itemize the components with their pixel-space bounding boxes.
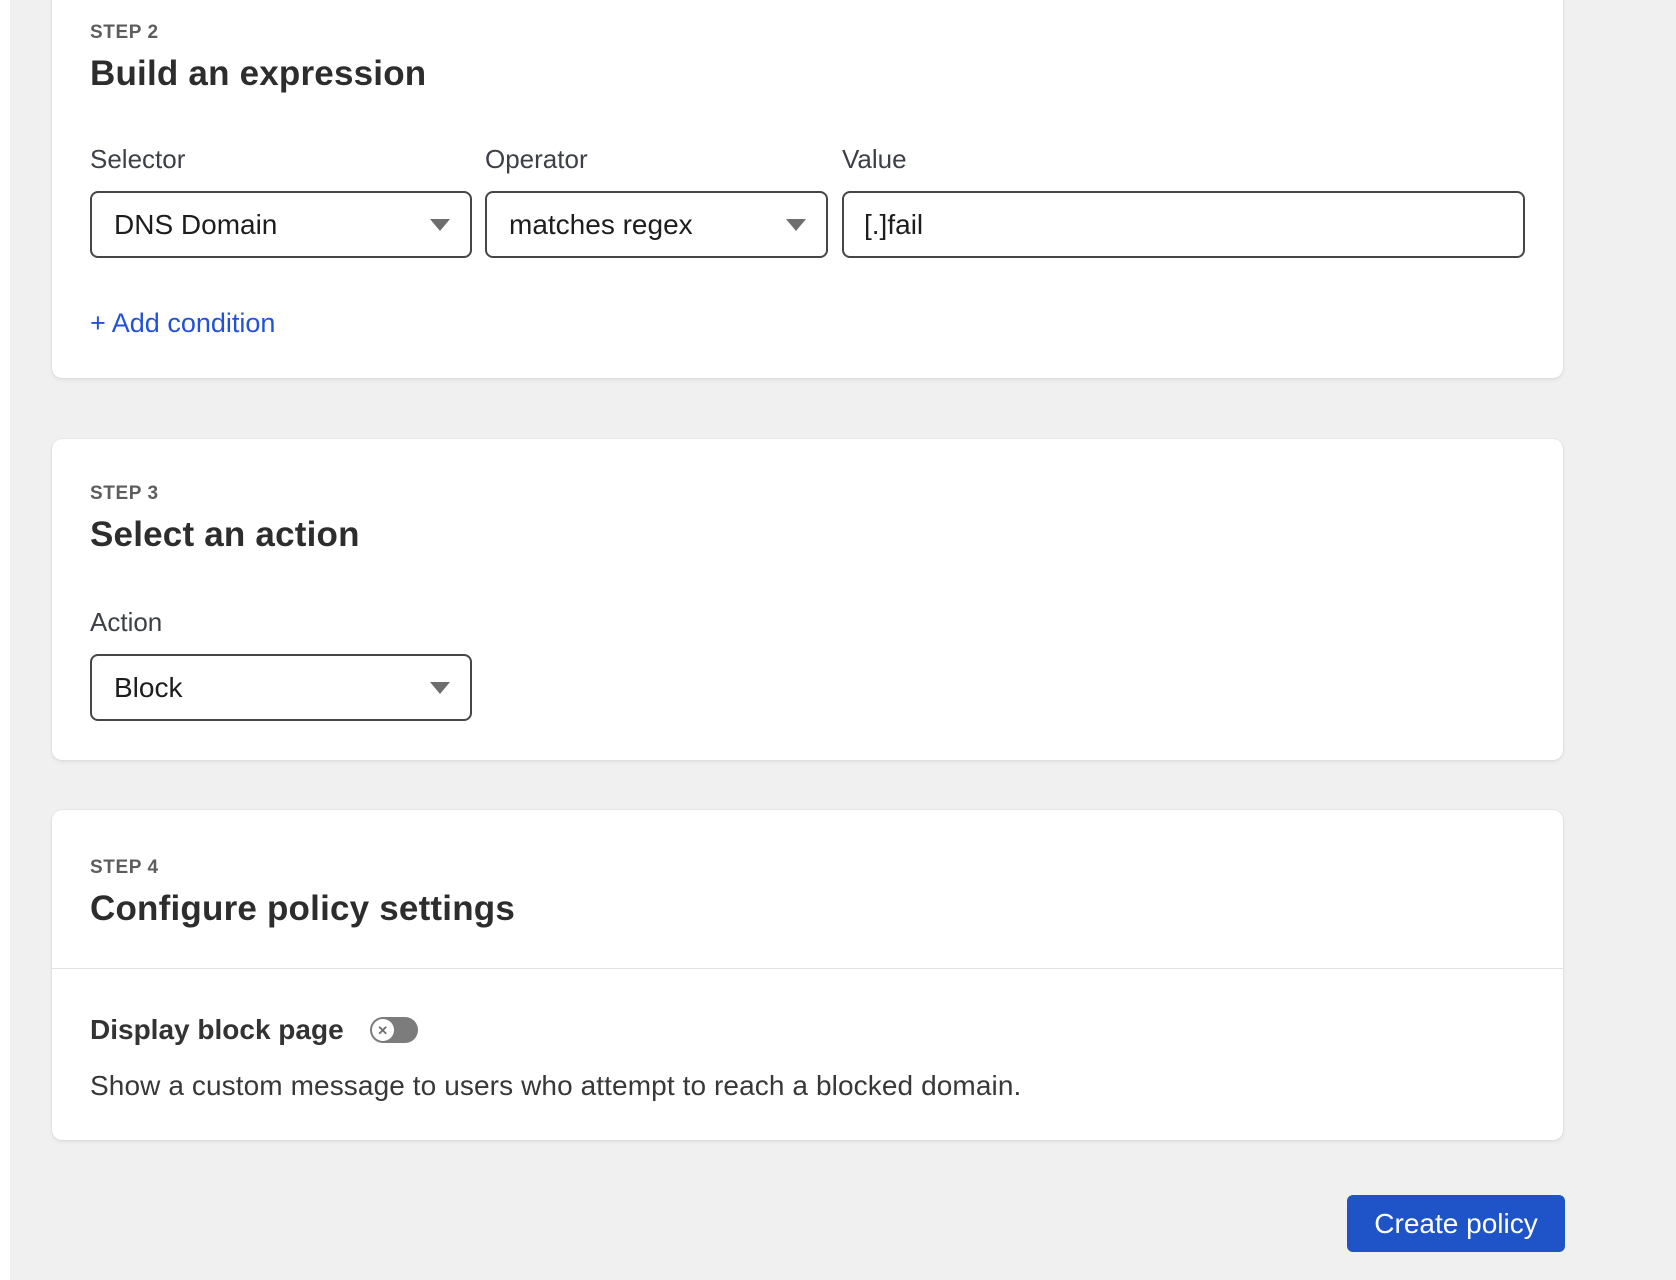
expression-field-row: Selector DNS Domain Operator matches reg…: [52, 144, 1563, 258]
action-select[interactable]: Block: [90, 654, 472, 721]
card-title: Select an action: [90, 515, 360, 554]
card-header-divider: [52, 968, 1563, 969]
card-policy-settings: STEP 4 Configure policy settings Display…: [52, 810, 1563, 1140]
operator-selected-value: matches regex: [509, 208, 693, 240]
step-label: STEP 3: [90, 483, 159, 504]
block-page-description: Show a custom message to users who attem…: [90, 1070, 1022, 1101]
create-policy-button[interactable]: Create policy: [1347, 1195, 1565, 1252]
selector-label: Selector: [90, 144, 186, 174]
chevron-down-icon: [430, 218, 450, 231]
card-select-action: STEP 3 Select an action Action Block: [52, 439, 1563, 760]
action-selected-value: Block: [114, 671, 183, 703]
operator-field: Operator matches regex: [485, 144, 828, 258]
selector-select[interactable]: DNS Domain: [90, 191, 472, 258]
chevron-down-icon: [786, 218, 806, 231]
value-label: Value: [842, 144, 907, 174]
display-block-page-row: Display block page ✕: [90, 1014, 418, 1046]
toggle-off-icon: ✕: [371, 1019, 394, 1041]
value-input[interactable]: [842, 191, 1525, 258]
action-label: Action: [90, 607, 163, 637]
card-build-expression: STEP 2 Build an expression Selector DNS …: [52, 0, 1563, 378]
step-label: STEP 4: [90, 857, 159, 878]
step-label: STEP 2: [90, 22, 159, 43]
selector-selected-value: DNS Domain: [114, 208, 278, 240]
action-field: Action Block: [90, 607, 472, 721]
card-title: Build an expression: [90, 54, 427, 93]
operator-label: Operator: [485, 144, 588, 174]
page-left-edge: [0, 0, 10, 1280]
value-field: Value: [842, 144, 1525, 258]
selector-field: Selector DNS Domain: [90, 144, 472, 258]
add-condition-link[interactable]: + Add condition: [90, 308, 275, 339]
display-block-page-toggle[interactable]: ✕: [369, 1017, 418, 1043]
card-title: Configure policy settings: [90, 889, 516, 928]
operator-select[interactable]: matches regex: [485, 191, 828, 258]
display-block-page-label: Display block page: [90, 1014, 344, 1045]
chevron-down-icon: [430, 681, 450, 694]
